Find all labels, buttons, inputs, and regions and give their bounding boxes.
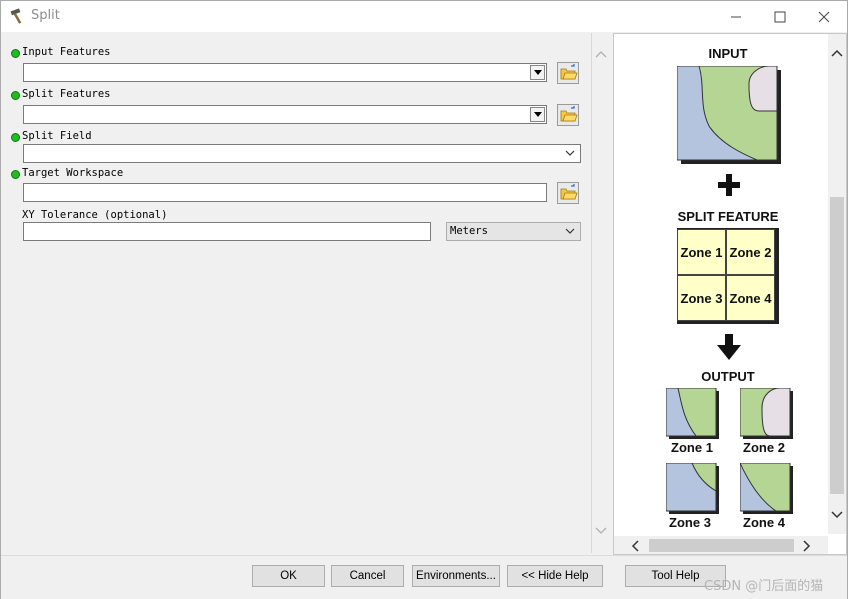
output-zone-label: Zone 4: [743, 515, 785, 530]
scroll-thumb[interactable]: [830, 197, 844, 494]
cancel-button[interactable]: Cancel: [331, 565, 404, 587]
required-dot-icon: [11, 91, 20, 100]
scroll-up-icon[interactable]: [593, 48, 609, 60]
combo-dropdown-button[interactable]: [530, 65, 545, 80]
split-features-browse-button[interactable]: [557, 104, 579, 126]
environments-button[interactable]: Environments...: [412, 565, 500, 587]
help-vertical-scrollbar[interactable]: [828, 34, 846, 534]
caret-down-icon: [533, 112, 542, 117]
zone-cell: Zone 1: [677, 229, 726, 275]
arrow-down-icon: [717, 334, 741, 360]
output-zone-1-map: [666, 388, 719, 439]
split-features-combo[interactable]: [23, 105, 547, 124]
scroll-down-icon[interactable]: [830, 510, 844, 520]
close-icon: [818, 11, 830, 22]
form-scrollbar[interactable]: [593, 45, 609, 545]
output-zone-3-map: [666, 463, 719, 514]
scroll-down-icon[interactable]: [593, 525, 609, 537]
zone-cell: Zone 4: [726, 275, 775, 321]
hammer-icon: [10, 8, 22, 24]
scroll-thumb[interactable]: [649, 539, 794, 552]
output-zone-2-map: [740, 388, 793, 439]
required-dot-icon: [11, 49, 20, 58]
target-workspace-label: Target Workspace: [22, 167, 124, 179]
zone-cell: Zone 3: [677, 275, 726, 321]
help-split-feature-title: SPLIT FEATURE: [677, 209, 779, 224]
target-workspace-browse-button[interactable]: [557, 182, 579, 204]
help-horizontal-scrollbar[interactable]: [614, 536, 828, 554]
zone-cell: Zone 2: [726, 229, 775, 275]
parameters-panel: Input Features Split Features Split Fiel…: [4, 33, 592, 553]
xy-tolerance-unit-select[interactable]: Meters: [446, 222, 581, 241]
split-features-label: Split Features: [22, 88, 111, 100]
output-zone-label: Zone 3: [669, 515, 711, 530]
split-tool-dialog: Split Input Features Split Features Spli…: [0, 0, 848, 599]
open-folder-icon: [560, 64, 578, 80]
watermark-text: CSDN @门后面的猫: [704, 579, 824, 594]
title-bar: Split: [1, 1, 847, 32]
output-zone-label: Zone 1: [671, 440, 713, 455]
caret-down-icon: [533, 70, 542, 75]
input-features-label: Input Features: [22, 46, 111, 58]
input-features-browse-button[interactable]: [557, 62, 579, 84]
hide-help-button[interactable]: << Hide Help: [507, 565, 603, 587]
minimize-icon: [731, 16, 741, 17]
split-field-label: Split Field: [22, 130, 92, 142]
open-folder-icon: [560, 106, 578, 122]
open-folder-icon: [560, 184, 578, 200]
plus-icon: [718, 174, 740, 196]
required-dot-icon: [11, 170, 20, 179]
close-button[interactable]: [801, 1, 847, 32]
maximize-button[interactable]: [757, 1, 803, 32]
input-features-combo[interactable]: [23, 63, 547, 82]
maximize-icon: [774, 11, 786, 22]
required-dot-icon: [11, 133, 20, 142]
chevron-down-icon: [565, 228, 575, 234]
minimize-button[interactable]: [713, 1, 759, 32]
output-zone-label: Zone 2: [743, 440, 785, 455]
help-output-title: OUTPUT: [701, 369, 755, 384]
output-zone-4-map: [740, 463, 793, 514]
xy-tolerance-label: XY Tolerance (optional): [22, 209, 168, 221]
help-panel: INPUT SPLIT FEATURE Zone 1 Zone 2 Zone 3…: [613, 33, 847, 555]
split-field-select[interactable]: [23, 144, 581, 163]
chevron-down-icon: [565, 150, 575, 156]
scroll-left-icon[interactable]: [630, 540, 640, 552]
scroll-up-icon[interactable]: [830, 48, 844, 58]
xy-tolerance-input[interactable]: [23, 222, 431, 241]
unit-select-value: Meters: [450, 225, 488, 237]
target-workspace-input[interactable]: [23, 183, 547, 202]
window-title: Split: [31, 8, 60, 23]
help-input-title: INPUT: [708, 46, 748, 61]
combo-dropdown-button[interactable]: [530, 107, 545, 122]
input-map-illustration: [677, 66, 781, 164]
scroll-right-icon[interactable]: [802, 540, 812, 552]
ok-button[interactable]: OK: [252, 565, 325, 587]
